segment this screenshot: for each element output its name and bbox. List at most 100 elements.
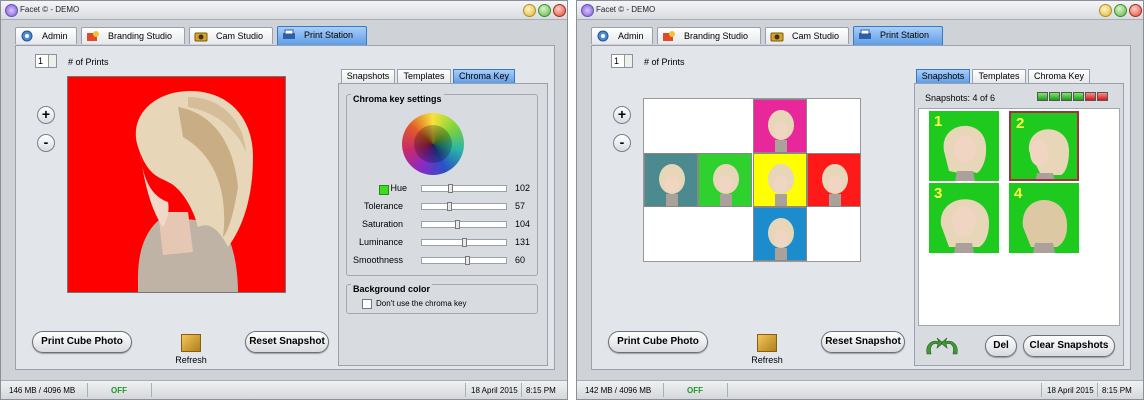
slider-thumb[interactable] <box>447 202 452 211</box>
clear-snapshots-button[interactable]: Clear Snapshots <box>1023 335 1115 357</box>
cube-face-bottom <box>753 207 807 261</box>
zoom-in-button[interactable]: + <box>613 106 631 124</box>
print-cube-photo-button[interactable]: Print Cube Photo <box>32 331 132 353</box>
maximize-button[interactable] <box>538 4 551 17</box>
window-chroma-key: Facet © - DEMO Admin Branding Studio Cam… <box>0 0 568 400</box>
subtab-chroma-key[interactable]: Chroma Key <box>453 69 515 83</box>
tab-cam-studio[interactable]: Cam Studio <box>189 27 273 44</box>
snapshot-thumb-3[interactable]: 3 <box>929 183 999 253</box>
delete-snapshot-button[interactable]: Del <box>985 335 1017 357</box>
reset-snapshot-button[interactable]: Reset Snapshot <box>245 331 329 353</box>
window-title: Facet © - DEMO <box>596 5 656 14</box>
subtab-templates[interactable]: Templates <box>972 69 1026 83</box>
cube-face-center <box>753 153 807 207</box>
slider-value-hue: 102 <box>515 183 531 193</box>
color-wheel[interactable] <box>402 113 464 175</box>
title-bar: Facet © - DEMO <box>577 1 1143 20</box>
tab-print-station[interactable]: Print Station <box>853 26 943 45</box>
status-time: 8:15 PM <box>1102 386 1132 395</box>
camera-status: OFF <box>687 386 703 395</box>
chroma-key-checkbox-label: Don't use the chroma key <box>376 299 467 308</box>
minimize-button[interactable] <box>523 4 536 17</box>
prints-label: # of Prints <box>68 57 109 67</box>
app-logo-icon <box>581 4 594 17</box>
tab-cam-studio-label: Cam Studio <box>216 31 264 41</box>
slider-thumb[interactable] <box>465 256 470 265</box>
zoom-out-button[interactable]: - <box>37 134 55 152</box>
snapshot-number: 2 <box>1016 115 1025 132</box>
cube-face-right <box>807 153 861 207</box>
tab-admin[interactable]: Admin <box>15 27 77 44</box>
subtab-templates[interactable]: Templates <box>397 69 451 83</box>
slider-thumb[interactable] <box>462 238 467 247</box>
snapshot-number: 1 <box>934 113 943 130</box>
reset-snapshot-button[interactable]: Reset Snapshot <box>821 331 905 353</box>
tab-cam-studio[interactable]: Cam Studio <box>765 27 849 44</box>
printer-icon <box>283 29 295 39</box>
paint-icon <box>87 31 99 41</box>
title-bar: Facet © - DEMO <box>1 1 567 20</box>
tab-admin[interactable]: Admin <box>591 27 653 44</box>
tab-cam-studio-label: Cam Studio <box>792 31 840 41</box>
memory-usage: 142 MB / 4096 MB <box>585 386 652 395</box>
box-icon <box>757 334 777 352</box>
status-date: 18 April 2015 <box>471 386 518 395</box>
chroma-settings-group: Chroma key settings Hue 102 Tolerance 57 Sat… <box>346 94 538 276</box>
slider-label-tolerance: Tolerance <box>363 201 403 211</box>
slider-thumb[interactable] <box>455 220 460 229</box>
slider-value-smoothness: 60 <box>515 255 526 265</box>
tab-print-station-label: Print Station <box>880 30 930 40</box>
printer-icon <box>859 29 871 39</box>
zoom-out-button[interactable]: - <box>613 134 631 152</box>
rotate-arrows-icon[interactable] <box>923 336 961 358</box>
snapshot-thumb-4[interactable]: 4 <box>1009 183 1079 253</box>
status-time: 8:15 PM <box>526 386 556 395</box>
minimize-button[interactable] <box>1099 4 1112 17</box>
tab-branding-studio[interactable]: Branding Studio <box>657 27 761 44</box>
cube-face-left <box>644 153 698 207</box>
maximize-button[interactable] <box>1114 4 1127 17</box>
slider-saturation[interactable] <box>421 220 507 229</box>
prints-label: # of Prints <box>644 57 685 67</box>
stepper-arrows-icon[interactable] <box>624 55 632 67</box>
slider-label-luminance: Luminance <box>358 237 403 247</box>
tab-print-station[interactable]: Print Station <box>277 26 367 45</box>
snapshot-thumb-1[interactable]: 1 <box>929 111 999 181</box>
snapshot-number: 4 <box>1014 185 1023 202</box>
slider-luminance[interactable] <box>421 238 507 247</box>
status-bar: 146 MB / 4096 MB OFF 18 April 2015 8:15 … <box>1 380 567 399</box>
slider-tolerance[interactable] <box>421 202 507 211</box>
close-button[interactable] <box>553 4 566 17</box>
stepper-arrows-icon[interactable] <box>48 55 56 67</box>
slider-value-luminance: 131 <box>515 237 531 247</box>
memory-usage: 146 MB / 4096 MB <box>9 386 76 395</box>
tab-admin-label: Admin <box>618 31 644 41</box>
snapshot-thumb-2-selected[interactable]: 2 <box>1009 111 1079 181</box>
refresh-button[interactable]: Refresh <box>747 334 787 365</box>
slider-hue[interactable] <box>421 184 507 193</box>
subtab-snapshots[interactable]: Snapshots <box>341 69 395 83</box>
snapshots-count: Snapshots: 4 of 6 <box>925 93 996 103</box>
tab-branding-studio[interactable]: Branding Studio <box>81 27 185 44</box>
prints-count-stepper[interactable]: 1 <box>611 54 633 68</box>
window-snapshots: Facet © - DEMO Admin Branding Studio Cam… <box>576 0 1144 400</box>
subtab-snapshots[interactable]: Snapshots <box>916 69 970 83</box>
slider-thumb[interactable] <box>448 184 453 193</box>
slider-smoothness[interactable] <box>421 256 507 265</box>
slider-label-saturation: Saturation <box>361 219 403 229</box>
print-cube-photo-button[interactable]: Print Cube Photo <box>608 331 708 353</box>
prints-count-stepper[interactable]: 1 <box>35 54 57 68</box>
snapshot-slot-indicator <box>1049 92 1060 101</box>
close-button[interactable] <box>1129 4 1142 17</box>
chroma-key-checkbox[interactable] <box>362 299 372 309</box>
subtab-chroma-key[interactable]: Chroma Key <box>1028 69 1090 83</box>
paint-icon <box>663 31 675 41</box>
refresh-button[interactable]: Refresh <box>171 334 211 365</box>
chroma-settings-title: Chroma key settings <box>351 94 444 104</box>
background-color-group: Background color Don't use the chroma ke… <box>346 284 538 314</box>
zoom-in-button[interactable]: + <box>37 106 55 124</box>
refresh-label: Refresh <box>751 355 783 365</box>
slider-label-smoothness: Smoothness <box>352 255 403 265</box>
cube-face-dice <box>698 153 752 207</box>
camera-icon <box>770 32 784 42</box>
